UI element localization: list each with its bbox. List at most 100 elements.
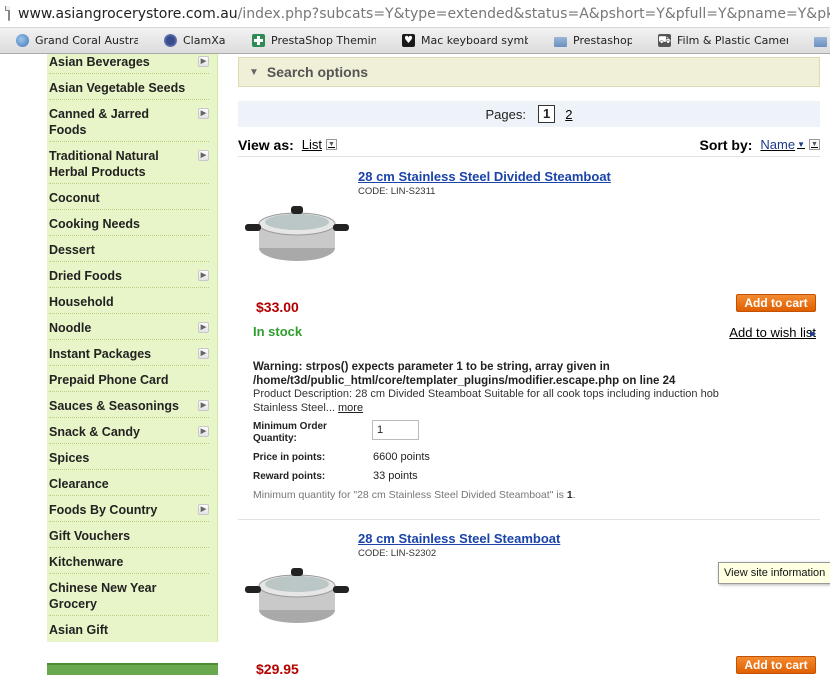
chevron-down-icon: ▼ — [809, 139, 820, 150]
category-cooking-needs[interactable]: Cooking Needs — [49, 216, 209, 236]
category-label: Asian Vegetable Seeds — [49, 81, 186, 95]
category-asian-vegetable-seeds[interactable]: Asian Vegetable Seeds — [49, 80, 209, 100]
page-link[interactable]: 2 — [565, 107, 572, 122]
category-label: Cooking Needs — [49, 217, 140, 231]
price-in-points-value: 6600 points — [373, 451, 430, 463]
bookmark-label: ClamXav — [183, 34, 226, 47]
bookmarks-bar: Grand Coral Australi ClamXav PrestaShop … — [0, 28, 830, 54]
category-label: Prepaid Phone Card — [49, 373, 169, 387]
category-asian-gift[interactable]: Asian Gift — [49, 622, 209, 642]
arrow-right-icon[interactable]: ▶ — [198, 400, 209, 411]
sort-control: Sort by: Name ▼ ▼ — [699, 136, 820, 153]
product-code: CODE: LIN-S2311 — [358, 186, 436, 197]
category-label: Gift Vouchers — [49, 529, 131, 543]
category-foods-by-country[interactable]: Foods By Country ▶ — [49, 502, 209, 522]
reward-points-label: Reward points: — [253, 471, 326, 482]
more-link[interactable]: more — [338, 402, 363, 414]
bookmark-prestashop[interactable]: Prestashop — [538, 28, 642, 53]
category-label: Foods By Country — [49, 503, 158, 517]
category-label: Sauces & Seasonings — [49, 399, 179, 413]
product-code: CODE: LIN-S2302 — [358, 548, 437, 559]
arrow-right-icon[interactable]: ▶ — [198, 56, 209, 67]
page-current: 1 — [538, 105, 556, 123]
view-as-value: List — [301, 137, 323, 152]
category-label: Asian Beverages — [49, 55, 150, 69]
category-household[interactable]: Household — [49, 294, 209, 314]
category-spices[interactable]: Spices — [49, 450, 209, 470]
globe-icon — [16, 34, 29, 47]
bookmark-clamxav[interactable]: ClamXav — [148, 28, 236, 53]
category-label: Dried Foods — [49, 269, 122, 283]
clamxav-icon — [164, 34, 177, 47]
quantity-input[interactable] — [372, 420, 419, 440]
arrow-right-icon[interactable]: ▶ — [198, 270, 209, 281]
url-path: /index.php?subcats=Y&type=extended&statu… — [237, 5, 830, 22]
cart-icon: ⛟ — [658, 34, 671, 47]
chevron-down-icon: ▼ — [326, 139, 338, 150]
site-info-tooltip: View site information — [718, 562, 830, 584]
product-title-link[interactable]: 28 cm Stainless Steel Steamboat — [358, 531, 560, 546]
bookmark-label: Grand Coral Australi — [35, 34, 138, 47]
category-herbal-products[interactable]: Traditional Natural Herbal Products ▶ — [49, 148, 209, 184]
reward-points-value: 33 points — [373, 470, 418, 482]
category-snack-candy[interactable]: Snack & Candy ▶ — [49, 424, 209, 444]
category-gift-vouchers[interactable]: Gift Vouchers — [49, 528, 209, 548]
add-to-cart-button[interactable]: Add to cart — [736, 294, 816, 312]
bookmark-mac-keyboard[interactable]: ♥ Mac keyboard symbo — [386, 28, 538, 53]
category-label: Snack & Candy — [49, 425, 141, 439]
address-bar[interactable]: www.asiangrocerystore.com.au/index.php?s… — [0, 0, 830, 28]
product-image[interactable] — [243, 196, 351, 266]
sort-by-dropdown[interactable]: Name ▼ ▼ — [760, 137, 820, 152]
category-label: Dessert — [49, 243, 95, 257]
bookmark-label: Film & Plastic Camer — [677, 34, 788, 47]
arrow-right-icon[interactable]: ▶ — [198, 348, 209, 359]
sort-by-label: Sort by: — [699, 136, 753, 153]
category-dessert[interactable]: Dessert — [49, 242, 209, 262]
sidebar-info-box-header — [47, 663, 218, 675]
category-asian-beverages[interactable]: Asian Beverages ▶ — [49, 54, 209, 74]
arrow-right-icon[interactable]: ▶ — [198, 108, 209, 119]
product-image[interactable] — [243, 558, 351, 628]
arrow-right-icon[interactable]: ▶ — [198, 504, 209, 515]
category-noodle[interactable]: Noodle ▶ — [49, 320, 209, 340]
url-host: www.asiangrocerystore.com.au — [18, 5, 238, 22]
view-as-dropdown[interactable]: List ▼ — [301, 137, 338, 152]
view-sort-bar: View as: List ▼ Sort by: Name ▼ ▼ — [238, 133, 820, 157]
product-title-link[interactable]: 28 cm Stainless Steel Divided Steamboat — [358, 169, 611, 184]
category-chinese-new-year[interactable]: Chinese New Year Grocery — [49, 580, 209, 616]
add-to-cart-button[interactable]: Add to cart — [736, 656, 816, 674]
bookmark-label: Prestashop — [573, 34, 632, 47]
category-label: Coconut — [49, 191, 100, 205]
category-instant-packages[interactable]: Instant Packages ▶ — [49, 346, 209, 366]
search-options-label: Search options — [266, 64, 369, 80]
category-label: Traditional Natural Herbal Products — [49, 149, 159, 179]
search-options-toggle[interactable]: ▼ Search options — [238, 57, 820, 87]
bookmark-film-plastic[interactable]: ⛟ Film & Plastic Camer — [642, 28, 798, 53]
add-to-wish-list-link[interactable]: Add to wish list — [729, 325, 816, 340]
arrow-right-icon[interactable]: ▶ — [198, 322, 209, 333]
category-label: Household — [49, 295, 114, 309]
cross-icon — [252, 34, 265, 47]
bookmark-prestashop-theming[interactable]: PrestaShop Theming — [236, 28, 386, 53]
category-dried-foods[interactable]: Dried Foods ▶ — [49, 268, 209, 288]
folder-icon — [814, 36, 827, 47]
bookmark-grand-coral[interactable]: Grand Coral Australi — [0, 28, 148, 53]
category-canned-jarred[interactable]: Canned & Jarred Foods ▶ — [49, 106, 209, 142]
bookmark-overflow[interactable]: o — [798, 28, 830, 53]
category-prepaid-phone-card[interactable]: Prepaid Phone Card — [49, 372, 209, 392]
category-label: Chinese New Year Grocery — [49, 581, 157, 611]
arrow-right-icon[interactable]: ▶ — [198, 150, 209, 161]
arrow-right-icon[interactable]: ▶ — [198, 426, 209, 437]
description-text: Product Description: 28 cm Divided Steam… — [253, 388, 719, 414]
category-clearance[interactable]: Clearance — [49, 476, 209, 496]
category-label: Clearance — [49, 477, 109, 491]
min-quantity-value: 1 — [566, 489, 573, 501]
product-price: $29.95 — [256, 661, 299, 675]
product-description: Product Description: 28 cm Divided Steam… — [253, 387, 723, 415]
category-kitchenware[interactable]: Kitchenware — [49, 554, 209, 574]
arrow-right-icon: ▶ — [810, 329, 817, 338]
category-sauces-seasonings[interactable]: Sauces & Seasonings ▶ — [49, 398, 209, 418]
category-coconut[interactable]: Coconut — [49, 190, 209, 210]
page-icon — [5, 6, 10, 21]
category-label: Kitchenware — [49, 555, 124, 569]
